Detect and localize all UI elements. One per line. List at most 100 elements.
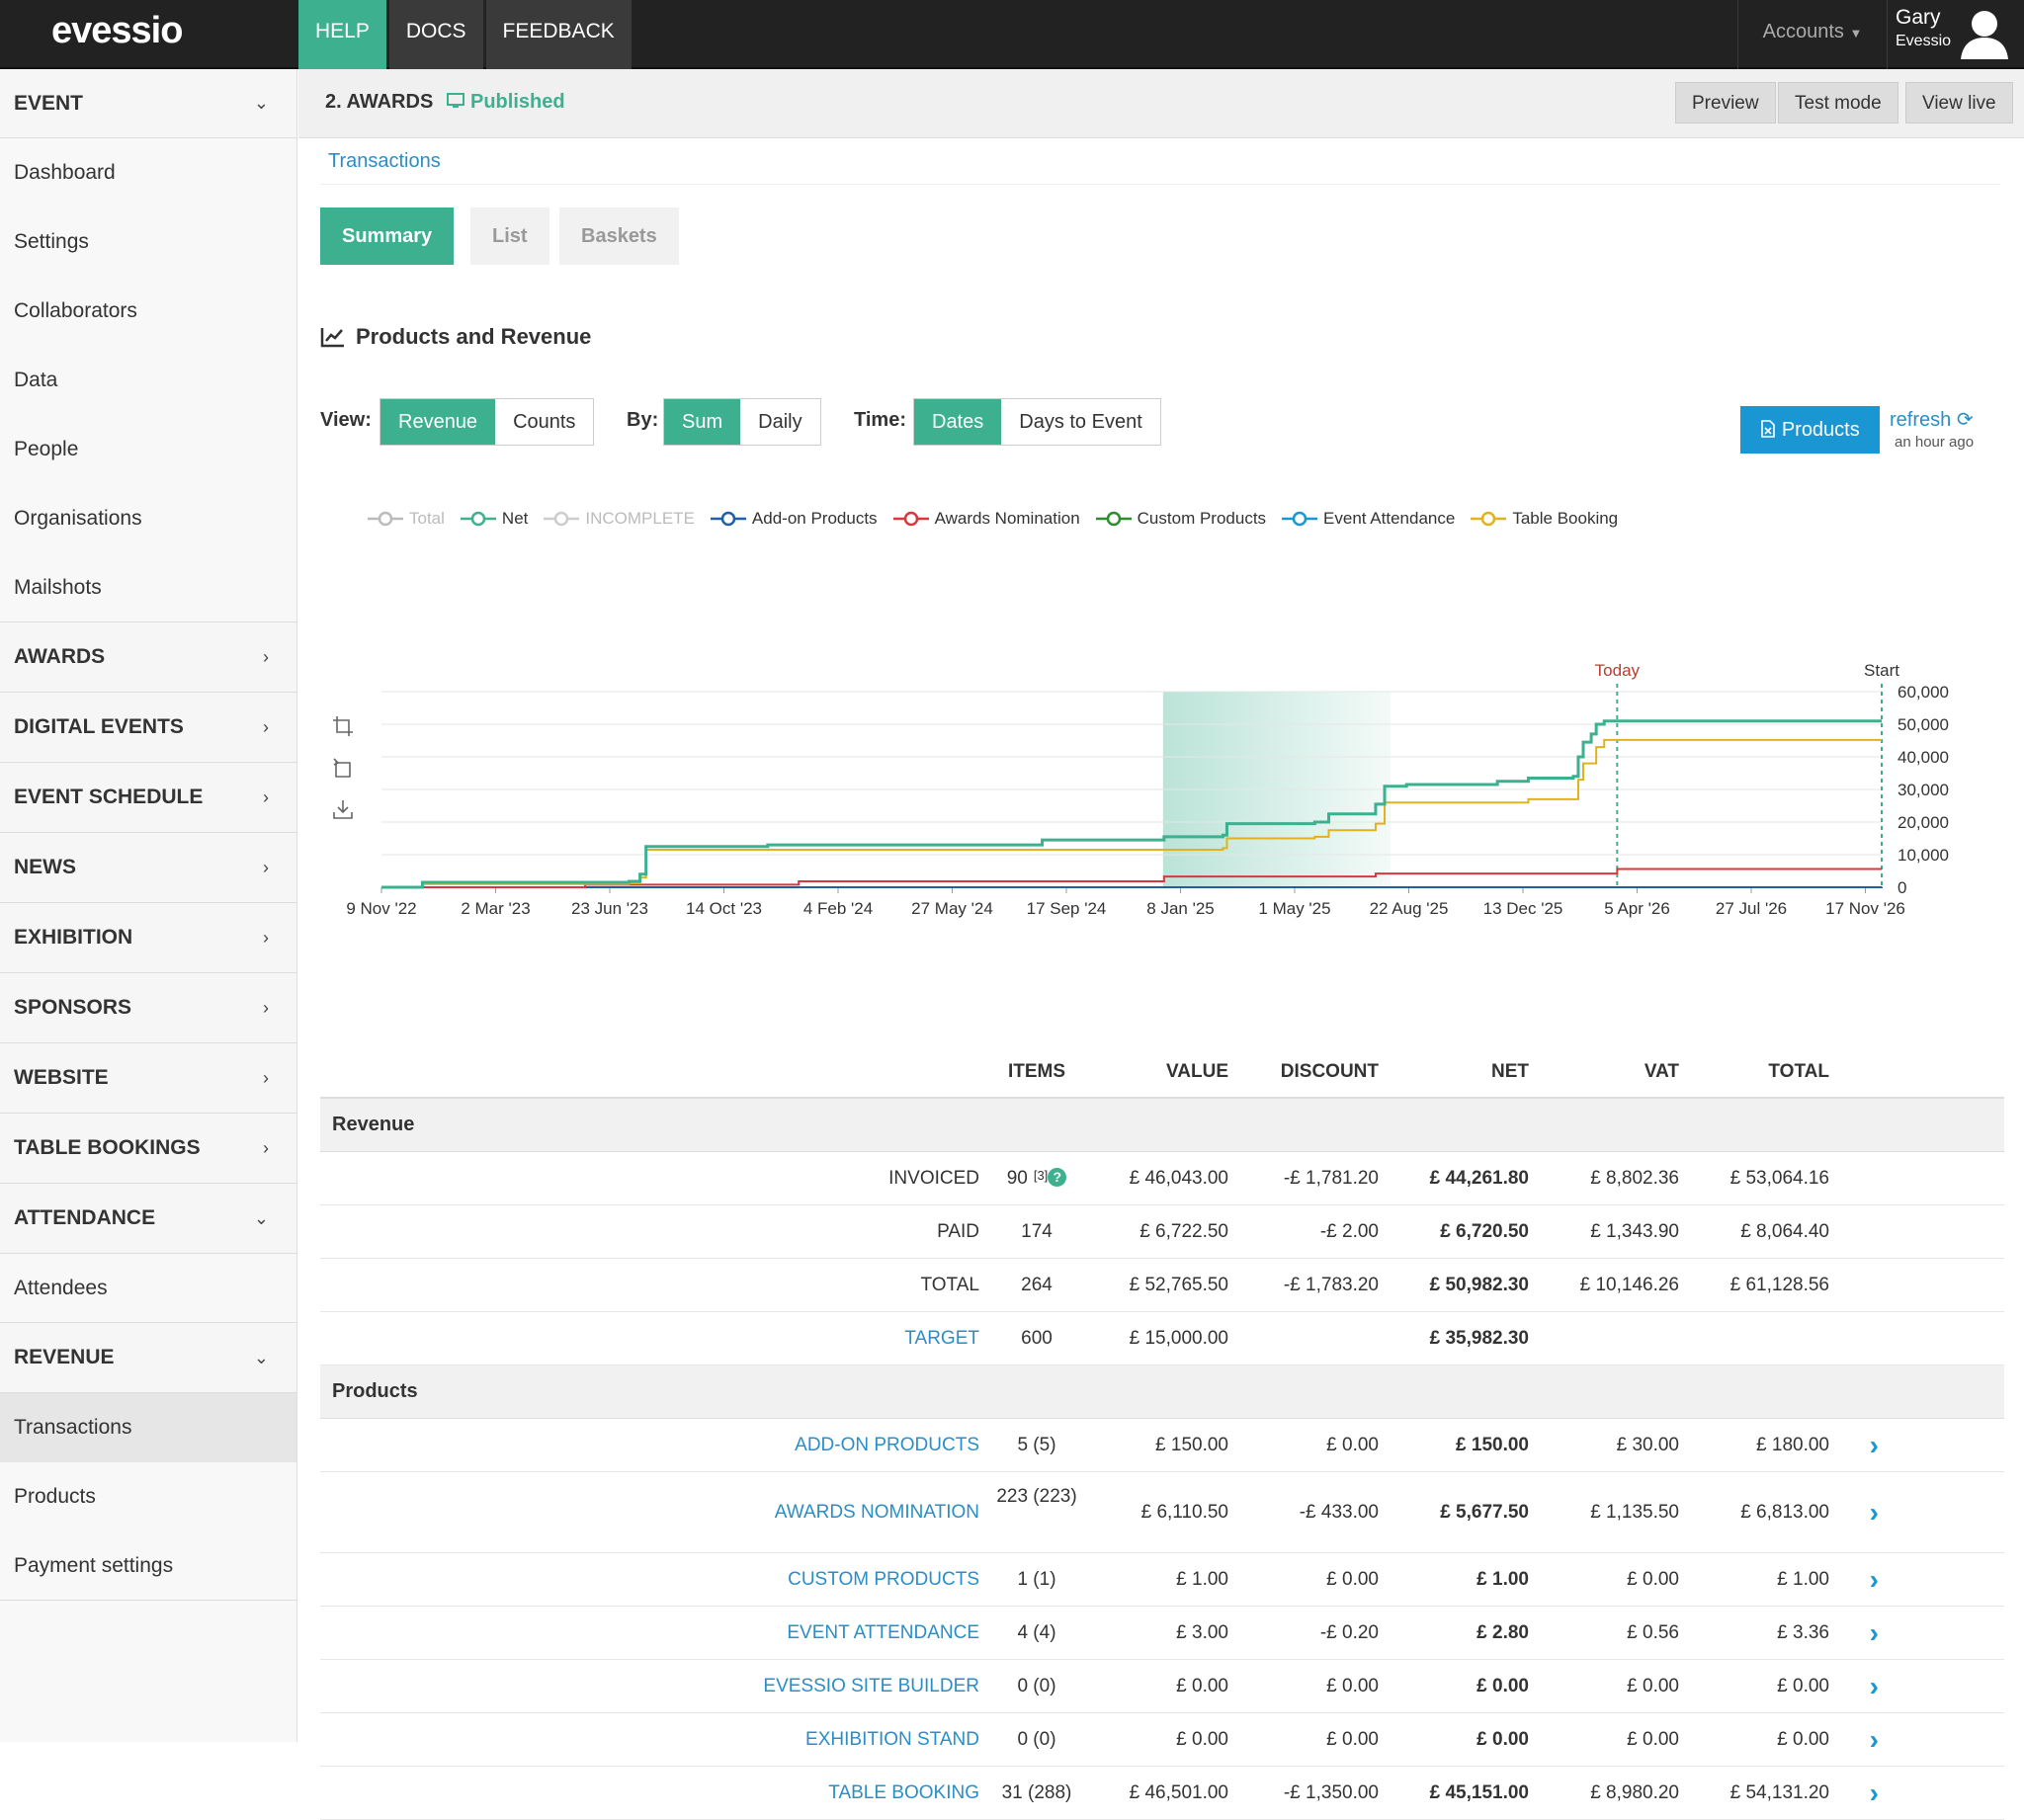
header-discount: DISCOUNT [1228,1061,1379,1083]
refresh-link[interactable]: refresh ⟳ [1890,407,1974,432]
row-items: 1 (1) [979,1569,1094,1591]
product-link[interactable]: TABLE BOOKING [320,1782,979,1804]
legend-item[interactable]: Awards Nomination [893,509,1080,529]
table-row: EXHIBITION STAND0 (0)£ 0.00£ 0.00£ 0.00£… [320,1713,2004,1767]
user-org: Evessio [1896,33,1951,50]
x-tick-label: 5 Apr '26 [1604,899,1670,918]
products-export-button[interactable]: Products [1740,406,1880,454]
sidebar-item-transactions[interactable]: Transactions [0,1393,296,1462]
chevron-right-icon[interactable]: › [1829,1617,1879,1649]
row-total: £ 0.00 [1679,1676,1829,1697]
product-link[interactable]: AWARDS NOMINATION [320,1502,979,1524]
x-tick-label: 8 Jan '25 [1146,899,1214,918]
sidebar-item-mailshots[interactable]: Mailshots [0,553,296,622]
time-dates-button[interactable]: Dates [914,399,1001,445]
row-total: £ 0.00 [1679,1729,1829,1751]
by-sum-button[interactable]: Sum [664,399,740,445]
sidebar-section-digital-events[interactable]: DIGITAL EVENTS› [0,693,296,763]
sidebar-section-table-bookings[interactable]: TABLE BOOKINGS› [0,1114,296,1184]
view-live-button[interactable]: View live [1905,82,2013,124]
docs-link[interactable]: DOCS [389,0,483,69]
page-title: 2. AWARDS [325,91,433,114]
user-menu[interactable]: Gary Evessio [1896,6,1951,50]
sidebar-section-attendance[interactable]: ATTENDANCE⌄ [0,1184,296,1254]
sidebar-section-event[interactable]: EVENT⌄ [0,69,296,138]
sidebar-item-people[interactable]: People [0,415,296,484]
page-header: 2. AWARDS Published Preview Test mode Vi… [298,69,2024,138]
test-mode-button[interactable]: Test mode [1778,82,1898,124]
y-tick-label: 60,000 [1898,683,1949,702]
help-icon[interactable]: ? [1048,1168,1066,1187]
sidebar-section-sponsors[interactable]: SPONSORS› [0,973,296,1043]
product-link[interactable]: EXHIBITION STAND [320,1729,979,1751]
legend-item[interactable]: INCOMPLETE [544,509,695,529]
row-items: 0 (0) [979,1729,1094,1751]
sidebar-section-news[interactable]: NEWS› [0,833,296,903]
product-link[interactable]: EVENT ATTENDANCE [320,1622,979,1644]
legend-item[interactable]: Add-on Products [711,509,878,529]
sidebar-section-label: ATTENDANCE [14,1206,155,1230]
chevron-right-icon[interactable]: › [1829,1724,1879,1756]
view-revenue-button[interactable]: Revenue [380,399,495,445]
legend-item[interactable]: Net [461,509,528,529]
sidebar-item-collaborators[interactable]: Collaborators [0,277,296,346]
row-discount: £ 0.00 [1228,1435,1379,1456]
tab-baskets[interactable]: Baskets [559,207,679,265]
legend-item[interactable]: Total [368,509,445,529]
legend-item[interactable]: Custom Products [1096,509,1266,529]
row-items: 0 (0) [979,1676,1094,1697]
row-total: £ 6,813.00 [1679,1502,1829,1524]
chevron-right-icon[interactable]: › [1829,1778,1879,1809]
legend-marker-icon [1471,511,1506,527]
chevron-right-icon[interactable]: › [1829,1671,1879,1702]
tab-list[interactable]: List [470,207,549,265]
sidebar-item-organisations[interactable]: Organisations [0,484,296,553]
row-label: TOTAL [320,1275,979,1296]
chevron-right-icon[interactable]: › [1829,1430,1879,1461]
view-counts-button[interactable]: Counts [495,399,593,445]
avatar-icon[interactable] [1957,4,2012,59]
accounts-menu[interactable]: Accounts ▼ [1737,0,1888,69]
row-value: £ 0.00 [1094,1729,1228,1751]
product-link[interactable]: EVESSIO SITE BUILDER [320,1676,979,1697]
tab-summary[interactable]: Summary [320,207,454,265]
header-net: NET [1379,1061,1529,1083]
chevron-right-icon[interactable]: › [1829,1564,1879,1596]
logo[interactable]: evessio [51,10,182,52]
row-vat: £ 1,343.90 [1529,1221,1679,1243]
sidebar-section-exhibition[interactable]: EXHIBITION› [0,903,296,973]
sidebar-item-dashboard[interactable]: Dashboard [0,138,296,207]
sidebar-section-label: AWARDS [14,645,105,669]
chevron-right-icon: › [263,787,269,808]
sidebar-section-website[interactable]: WEBSITE› [0,1043,296,1114]
chevron-right-icon[interactable]: › [1829,1497,1879,1529]
legend-item[interactable]: Table Booking [1471,509,1618,529]
row-total: £ 54,131.20 [1679,1782,1829,1804]
legend-item[interactable]: Event Attendance [1282,509,1455,529]
product-link[interactable]: CUSTOM PRODUCTS [320,1569,979,1591]
sidebar-item-data[interactable]: Data [0,346,296,415]
help-link[interactable]: HELP [298,0,386,69]
preview-button[interactable]: Preview [1675,82,1776,124]
sidebar-item-attendees[interactable]: Attendees [0,1254,296,1323]
sidebar-item-settings[interactable]: Settings [0,207,296,277]
row-label[interactable]: TARGET [320,1328,979,1350]
table-row: AWARDS NOMINATION223 (223)£ 6,110.50-£ 4… [320,1472,2004,1553]
sidebar-item-payment-settings[interactable]: Payment settings [0,1531,296,1601]
by-daily-button[interactable]: Daily [740,399,819,445]
legend-label: Event Attendance [1323,509,1455,529]
items-count: 90 [1007,1168,1028,1189]
header-total: TOTAL [1679,1061,1829,1083]
feedback-link[interactable]: FEEDBACK [486,0,632,69]
sidebar-item-products[interactable]: Products [0,1462,296,1531]
sidebar-section-revenue[interactable]: REVENUE⌄ [0,1323,296,1393]
product-link[interactable]: ADD-ON PRODUCTS [320,1435,979,1456]
row-vat: £ 1,135.50 [1529,1502,1679,1524]
time-days-to-event-button[interactable]: Days to Event [1001,399,1160,445]
sidebar-section-awards[interactable]: AWARDS› [0,622,296,693]
breadcrumb[interactable]: Transactions [328,150,441,173]
sidebar-section-event-schedule[interactable]: EVENT SCHEDULE› [0,763,296,833]
row-net: £ 50,982.30 [1379,1275,1529,1296]
x-tick-label: 13 Dec '25 [1483,899,1563,918]
y-tick-label: 30,000 [1898,781,1949,799]
